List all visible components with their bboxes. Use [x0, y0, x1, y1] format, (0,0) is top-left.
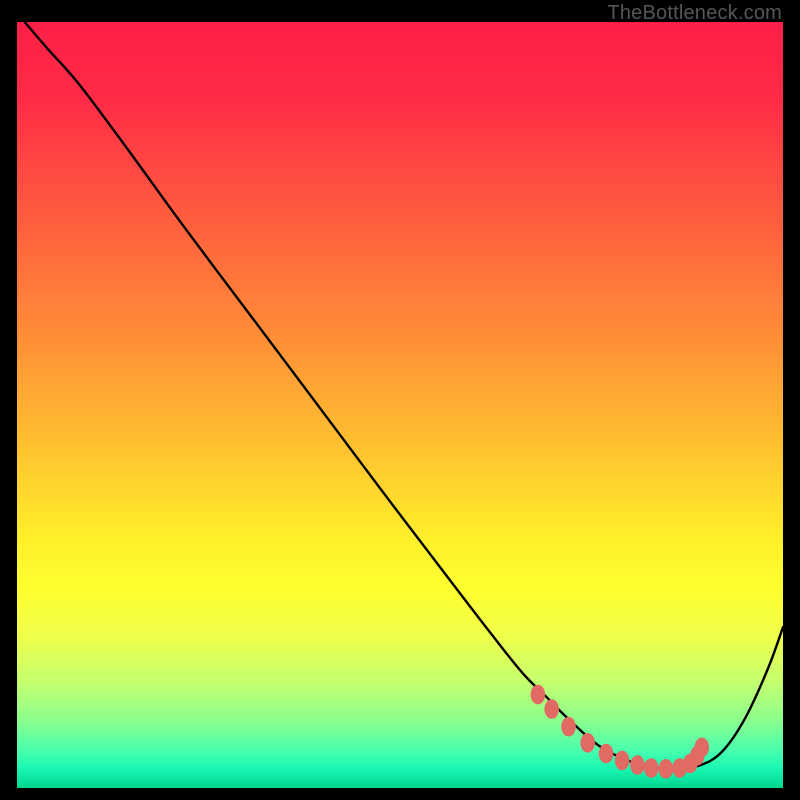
- optimal-dot: [561, 717, 576, 737]
- watermark-text: TheBottleneck.com: [607, 2, 782, 25]
- optimal-dot: [630, 755, 645, 775]
- gradient-background: [17, 22, 783, 788]
- optimal-dot: [531, 685, 546, 705]
- optimal-dot: [644, 758, 659, 778]
- chart-frame: [17, 22, 783, 788]
- optimal-dot: [580, 733, 595, 753]
- optimal-dot: [599, 744, 614, 764]
- optimal-dot: [695, 738, 710, 758]
- chart-svg: [17, 22, 783, 788]
- optimal-dot: [544, 699, 559, 719]
- optimal-dot: [659, 759, 674, 779]
- optimal-dot: [615, 751, 630, 771]
